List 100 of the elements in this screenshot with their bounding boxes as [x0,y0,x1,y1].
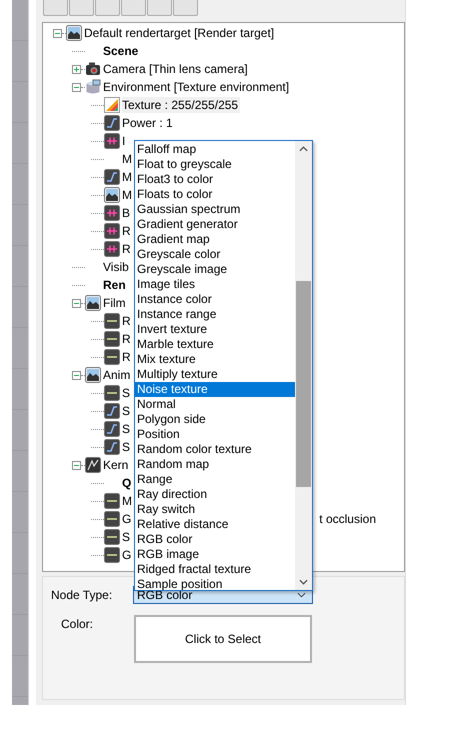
tree-item[interactable]: B [122,205,130,221]
tree-item[interactable]: Scene [103,43,138,59]
collapse-icon[interactable] [53,28,62,38]
line-node-icon [104,313,120,329]
line-node-icon [104,331,120,347]
dropdown-option[interactable]: Gradient generator [135,217,295,232]
color-label: Color: [60,616,94,631]
line-node-icon [104,529,120,545]
collapse-icon[interactable] [72,82,81,92]
dropdown-option[interactable]: Range [135,472,295,487]
tree-item[interactable]: R [122,241,131,257]
collapse-icon[interactable] [72,298,81,308]
dropdown-option[interactable]: Floats to color [135,187,295,202]
tree-item[interactable]: Kern [103,457,128,473]
kernel-icon [85,457,101,473]
dropdown-option[interactable]: Position [135,427,295,442]
scroll-thumb[interactable] [296,281,311,487]
camera-icon [85,61,101,77]
tree-item[interactable]: Environment [Texture environment] [103,79,290,95]
tree-item[interactable]: R [122,331,131,347]
tree-item[interactable]: Anim [103,367,130,383]
dropdown-option[interactable]: Instance range [135,307,295,322]
toolbar-button[interactable] [69,0,94,16]
scrollbar[interactable] [295,141,312,590]
gradient-icon [104,97,120,113]
tree-item[interactable]: Power : 1 [122,115,173,131]
line-node-icon [104,385,120,401]
tree-item[interactable]: Film [103,295,126,311]
dropdown-option[interactable]: Gaussian spectrum [135,202,295,217]
toolbar-button[interactable] [147,0,172,16]
toolbar-button[interactable] [95,0,120,16]
tree-item[interactable]: Visib [103,259,129,275]
collapse-icon[interactable] [72,370,81,380]
dropdown-option[interactable]: RGB color [135,532,295,547]
tree-item[interactable]: R [122,349,131,365]
tree-item-text: t occlusion [319,512,376,526]
tree-item[interactable]: R [122,223,131,239]
tree-item[interactable]: S [122,385,130,401]
toolbar-button[interactable] [43,0,68,16]
picture-node-icon [85,295,101,311]
line-node-icon [104,547,120,563]
dropdown-option[interactable]: Ray switch [135,502,295,517]
curve-icon [104,421,120,437]
tree-item[interactable]: Texture : 255/255/255 [122,97,240,113]
curve-icon [104,439,120,455]
connector-icon [104,241,120,257]
dropdown-option[interactable]: Multiply texture [135,367,295,382]
tree-item[interactable]: G [122,547,132,563]
tree-item[interactable]: G [122,511,132,527]
connector-icon [104,223,120,239]
tree-item[interactable]: S [122,421,130,437]
tree-item[interactable]: M [122,169,132,185]
curve-icon [104,115,120,131]
collapse-icon[interactable] [72,460,81,470]
dropdown-option[interactable]: Random map [135,457,295,472]
toolbar-button[interactable] [173,0,198,16]
dropdown-option[interactable]: Greyscale image [135,262,295,277]
tree-item[interactable]: I [122,133,126,149]
tree-item[interactable]: S [122,439,130,455]
picture-node-icon [66,25,82,41]
tree-item[interactable]: S [122,403,130,419]
tree-item[interactable]: Q [122,475,132,491]
connector-icon [104,205,120,221]
dropdown-option[interactable]: Normal [135,397,295,412]
tree-item[interactable]: Ren [103,277,126,293]
dropdown-option[interactable]: RGB image [135,547,295,562]
dropdown-option[interactable]: Falloff map [135,142,295,157]
dropdown-option[interactable]: Greyscale color [135,247,295,262]
tree-item[interactable]: Default rendertarget [Render target] [84,25,274,41]
dropdown-option[interactable]: Ray direction [135,487,295,502]
dropdown-option[interactable]: Marble texture [135,337,295,352]
dropdown-option[interactable]: Instance color [135,292,295,307]
dropdown-option[interactable]: Relative distance [135,517,295,532]
dropdown-option[interactable]: Polygon side [135,412,295,427]
expand-icon[interactable] [72,64,81,74]
line-node-icon [104,493,120,509]
dropdown-option[interactable]: Float to greyscale [135,157,295,172]
scroll-up-icon[interactable] [299,146,308,152]
dropdown-option[interactable]: Float3 to color [135,172,295,187]
tree-item[interactable]: Camera [Thin lens camera] [103,61,248,77]
tree-item[interactable]: S [122,529,130,545]
curve-icon [104,169,120,185]
environment-icon [85,79,101,95]
dropdown-option[interactable]: Random color texture [135,442,295,457]
dropdown-option[interactable]: Image tiles [135,277,295,292]
dropdown-option[interactable]: Invert texture [135,322,295,337]
dropdown-option[interactable]: Mix texture [135,352,295,367]
connector-icon [104,133,120,149]
chevron-down-icon [297,592,306,598]
tree-item[interactable]: M [122,493,132,509]
dropdown-option[interactable]: Gradient map [135,232,295,247]
line-node-icon [104,349,120,365]
scroll-down-icon[interactable] [299,579,308,585]
tree-item[interactable]: M [122,187,132,203]
color-select-button[interactable]: Click to Select [134,615,312,663]
toolbar-button[interactable] [121,0,146,16]
tree-item[interactable]: M [122,151,132,167]
dropdown-option[interactable]: Noise texture [135,382,295,397]
tree-item[interactable]: R [122,313,131,329]
dropdown-option[interactable]: Ridged fractal texture [135,562,295,577]
